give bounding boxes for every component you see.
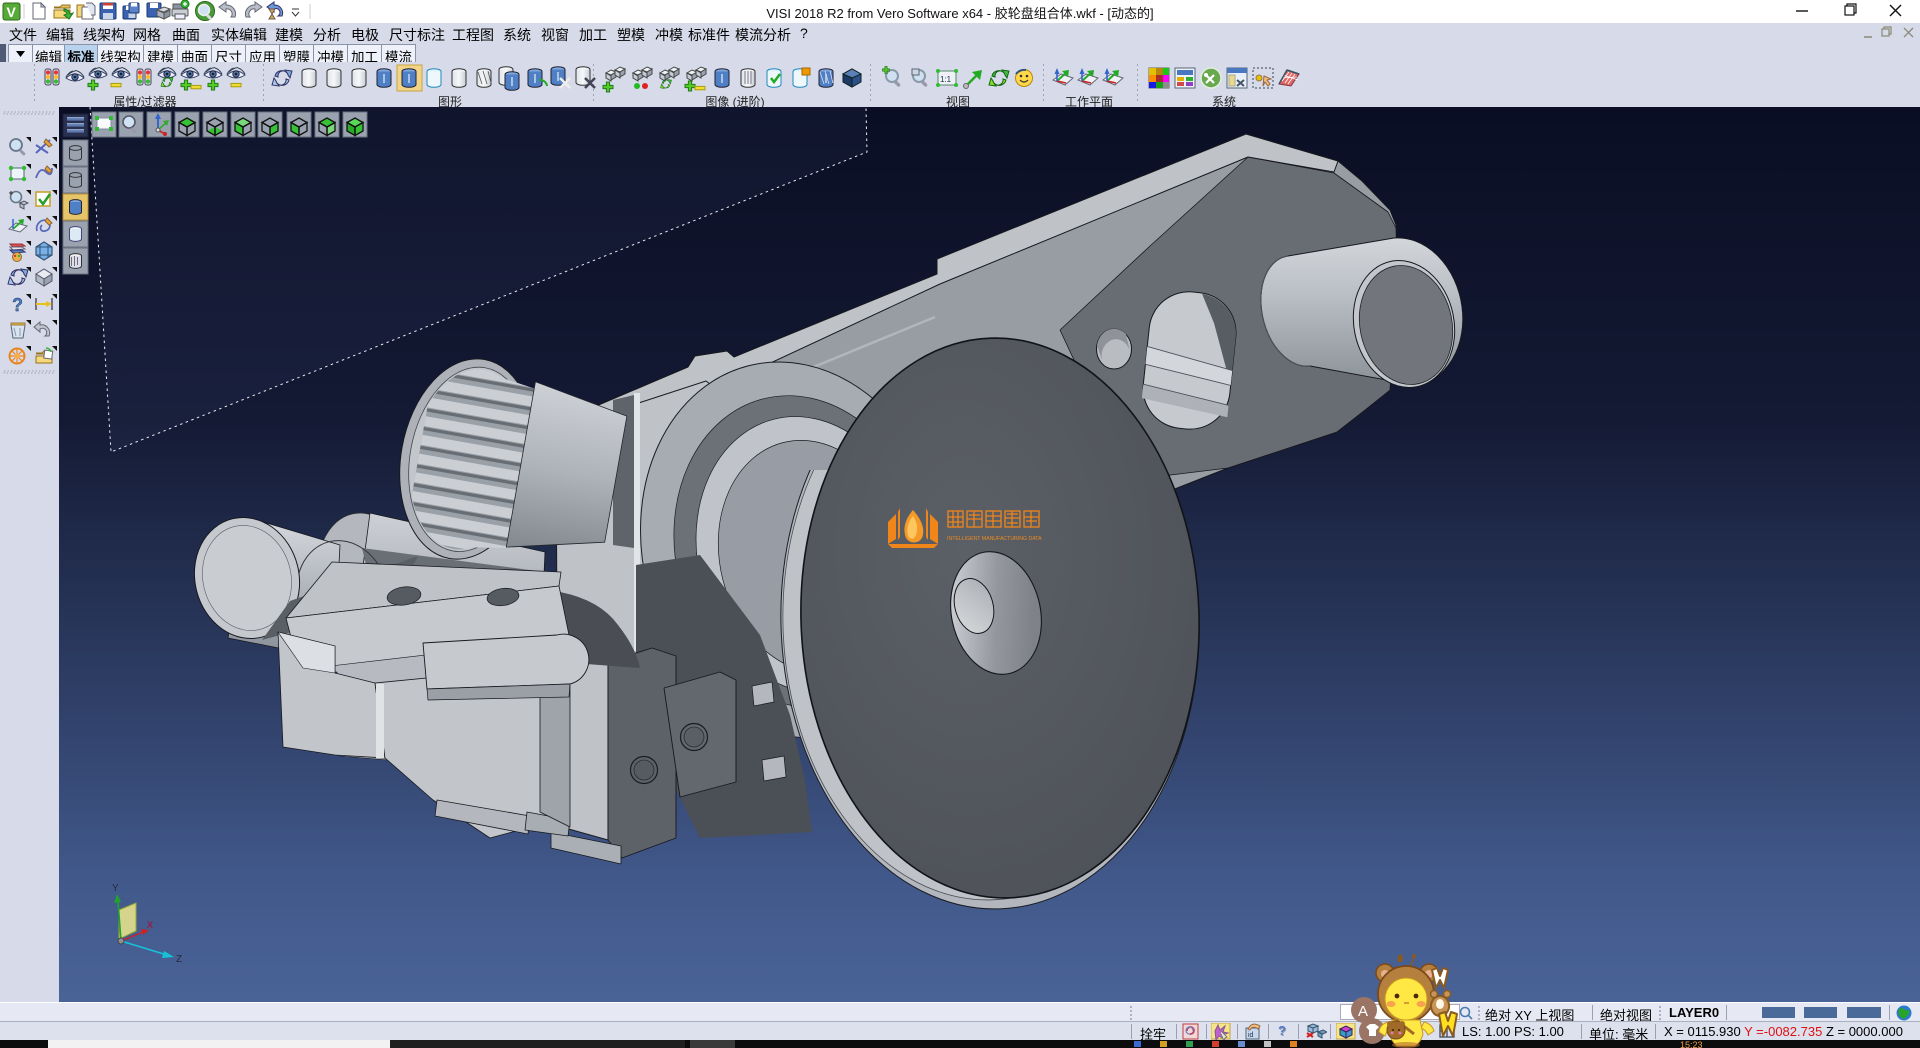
svg-text:?: ? — [12, 295, 23, 315]
svg-text:Y: Y — [112, 883, 119, 894]
svg-text:1:1: 1:1 — [940, 75, 952, 84]
svg-text:INTELLIGENT MANUFACTURING DATA: INTELLIGENT MANUFACTURING DATA — [947, 536, 1042, 542]
svg-text:X: X — [147, 920, 153, 930]
svg-text:A: A — [1358, 1003, 1368, 1020]
svg-text:V: V — [7, 4, 17, 20]
svg-text:Z: Z — [176, 954, 182, 965]
svg-text:id: id — [1248, 1032, 1254, 1039]
